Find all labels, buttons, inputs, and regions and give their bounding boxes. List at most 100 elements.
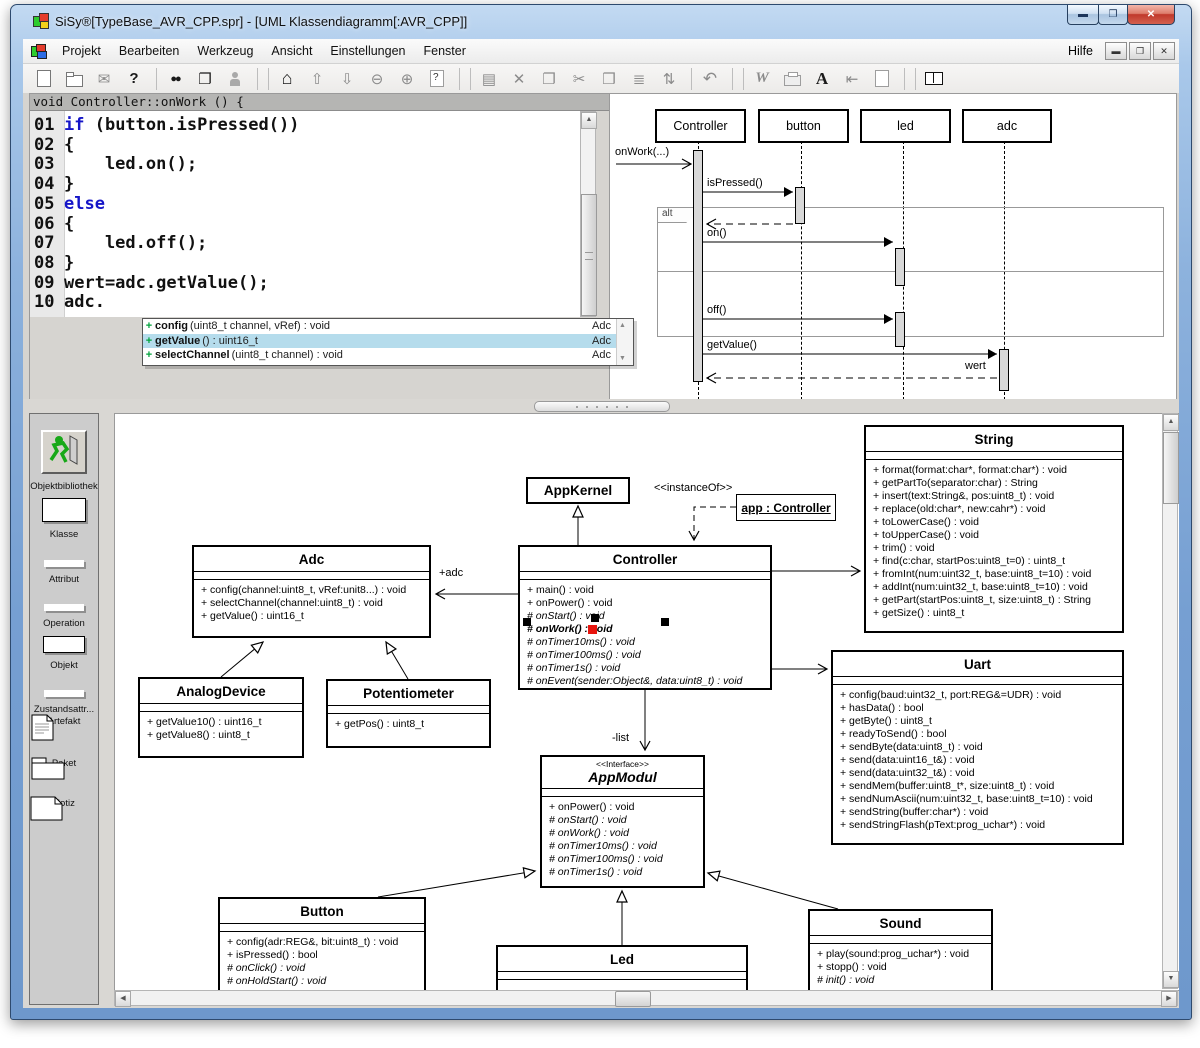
canvas-vertical-scrollbar[interactable]: ▲ ▼	[1162, 413, 1178, 989]
autocomplete-popup: + config (uint8_t channel, vRef) : void …	[142, 318, 634, 366]
delete-icon[interactable]: ✕	[506, 67, 532, 91]
horizontal-splitter[interactable]	[23, 399, 1179, 413]
upper-split-area: void Controller::onWork () { 01if (butto…	[23, 93, 1179, 399]
class-potentiometer[interactable]: Potentiometer + getPos() : uint8_t	[326, 679, 491, 748]
menu-bearbeiten[interactable]: Bearbeiten	[110, 40, 188, 62]
scroll-up-icon[interactable]: ▲	[1163, 414, 1179, 431]
scroll-left-icon[interactable]: ◀	[115, 991, 131, 1007]
code-line: 08}	[30, 253, 580, 273]
zoom-in-icon[interactable]: ⊕	[394, 67, 420, 91]
menu-ansicht[interactable]: Ansicht	[262, 40, 321, 62]
word-export-icon[interactable]: W	[749, 67, 775, 91]
object-app-controller[interactable]: app : Controller	[736, 494, 836, 521]
class-methods: + getValue10() : uint16_t+ getValue8() :…	[140, 712, 302, 744]
menu-werkzeug[interactable]: Werkzeug	[188, 40, 262, 62]
class-methods: + play(sound:prog_uchar*) : void+ stopp(…	[810, 944, 991, 989]
editor-vscroll-thumb[interactable]	[581, 194, 597, 316]
menu-hilfe[interactable]: Hilfe	[1058, 40, 1103, 62]
zoom-out-icon[interactable]: ⊖	[364, 67, 390, 91]
print-icon[interactable]	[779, 67, 805, 91]
navigate-down-icon[interactable]: ⇩	[334, 67, 360, 91]
object-library-icon[interactable]	[41, 430, 87, 474]
palette-notiz[interactable]: Notiz	[30, 796, 98, 809]
code-line: 03 led.on();	[30, 154, 580, 174]
import-icon[interactable]: ⇤	[839, 67, 865, 91]
method-item: + getPart(startPos:uint8_t, size:uint8_t…	[873, 594, 1120, 607]
mdi-minimize-button[interactable]: ▬	[1105, 42, 1127, 60]
open-folder-icon[interactable]	[61, 67, 87, 91]
app-icon	[33, 13, 51, 29]
manual-book-icon[interactable]	[921, 67, 947, 91]
sort-icon[interactable]: ⇅	[656, 67, 682, 91]
class-diagram-canvas[interactable]: <<instanceOf>> +adc -list AppKernel app …	[114, 413, 1179, 991]
scroll-up-icon[interactable]: ▲	[619, 322, 626, 329]
scroll-down-icon[interactable]: ▼	[1163, 971, 1179, 988]
class-uart[interactable]: Uart + config(baud:uint32_t, port:REG&=U…	[831, 650, 1124, 845]
help-icon[interactable]: ?	[121, 67, 147, 91]
scroll-up-icon[interactable]: ▲	[581, 112, 597, 129]
new-document-icon[interactable]	[31, 67, 57, 91]
palette-attribut[interactable]: Attribut	[30, 554, 98, 585]
paste-icon[interactable]: ❒	[596, 67, 622, 91]
mdi-close-button[interactable]: ✕	[1153, 42, 1175, 60]
selection-handle[interactable]	[591, 614, 599, 622]
class-adc[interactable]: Adc + config(channel:uint8_t, vRef:unit8…	[192, 545, 431, 638]
palette-paket[interactable]: Paket	[30, 756, 98, 769]
menu-fenster[interactable]: Fenster	[414, 40, 474, 62]
canvas-horizontal-scrollbar[interactable]: ◀ ▶	[114, 990, 1178, 1006]
class-led[interactable]: Led	[496, 945, 748, 991]
popup-scrollbar[interactable]: ▲ ▼	[616, 319, 633, 365]
palette-objekt[interactable]: Objekt	[30, 636, 98, 671]
document-help-icon[interactable]: ?	[424, 67, 450, 91]
completion-item-config[interactable]: + config (uint8_t channel, vRef) : void …	[143, 319, 633, 334]
class-analogdevice[interactable]: AnalogDevice + getValue10() : uint16_t+ …	[138, 677, 304, 758]
person-icon[interactable]	[222, 67, 248, 91]
palette-zustandsattribut[interactable]: Zustandsattr...	[30, 684, 98, 715]
cut-icon[interactable]: ✂	[566, 67, 592, 91]
splitter-grip[interactable]	[534, 401, 670, 412]
class-sound[interactable]: Sound + play(sound:prog_uchar*) : void+ …	[808, 909, 993, 991]
method-item: # onTimer1s() : void	[527, 662, 768, 675]
maximize-button[interactable]: ❐	[1098, 5, 1128, 25]
export-page-icon[interactable]	[869, 67, 895, 91]
close-button[interactable]: ✕	[1127, 5, 1175, 25]
minimize-button[interactable]: ▬	[1067, 5, 1099, 25]
palette-artefakt[interactable]: Artefakt	[30, 714, 98, 727]
editor-vertical-scrollbar[interactable]: ▲	[580, 111, 596, 317]
scroll-down-icon[interactable]: ▼	[619, 355, 626, 362]
menu-einstellungen[interactable]: Einstellungen	[321, 40, 414, 62]
class-button[interactable]: Button + config(adr:REG&, bit:uint8_t) :…	[218, 897, 426, 991]
canvas-hscroll-thumb[interactable]	[615, 991, 651, 1007]
canvas-vscroll-thumb[interactable]	[1163, 432, 1179, 504]
palette-operation[interactable]: Operation	[30, 598, 98, 629]
public-plus-icon: +	[143, 320, 155, 332]
navigate-up-icon[interactable]: ⇧	[304, 67, 330, 91]
selection-handle-active[interactable]	[588, 625, 597, 634]
font-icon[interactable]: A	[809, 67, 835, 91]
window-restore-icon[interactable]: ❐	[192, 67, 218, 91]
palette-klasse[interactable]: Klasse	[30, 498, 98, 540]
undo-icon[interactable]: ↶	[697, 67, 723, 91]
menu-projekt[interactable]: Projekt	[53, 40, 110, 62]
method-item: + sendByte(data:uint8_t) : void	[840, 741, 1120, 754]
selection-handle[interactable]	[661, 618, 669, 626]
search-binoculars-icon[interactable]: ●●	[162, 67, 188, 91]
code-editor[interactable]: 01if (button.isPressed())02{03 led.on();…	[30, 111, 580, 317]
class-string[interactable]: String + format(format:char*, format:cha…	[864, 425, 1124, 633]
scroll-right-icon[interactable]: ▶	[1161, 991, 1177, 1007]
properties-icon[interactable]: ▤	[476, 67, 502, 91]
selection-handle[interactable]	[523, 618, 531, 626]
class-controller[interactable]: Controller + main() : void+ onPower() : …	[518, 545, 772, 690]
palette-objektbibliothek[interactable]: Objektbibliothek	[30, 430, 98, 492]
completion-item-selectchannel[interactable]: + selectChannel (uint8_t channel) : void…	[143, 348, 633, 363]
mdi-restore-button[interactable]: ❐	[1129, 42, 1151, 60]
mail-icon[interactable]: ✉	[91, 67, 117, 91]
title-bar[interactable]: SiSy®[TypeBase_AVR_CPP.spr] - [UML Klass…	[11, 5, 1191, 39]
completion-item-getvalue[interactable]: + getValue () : uint16_t Adc	[143, 334, 633, 349]
home-icon[interactable]: ⌂	[274, 67, 300, 91]
copy-icon[interactable]: ❐	[536, 67, 562, 91]
class-appmodul[interactable]: <<Interface>> AppModul + onPower() : voi…	[540, 755, 705, 888]
class-appkernel[interactable]: AppKernel	[526, 477, 630, 504]
list-icon[interactable]: ≣	[626, 67, 652, 91]
sequence-diagram-pane[interactable]: Controller button led adc alt onWork(...…	[609, 93, 1177, 401]
